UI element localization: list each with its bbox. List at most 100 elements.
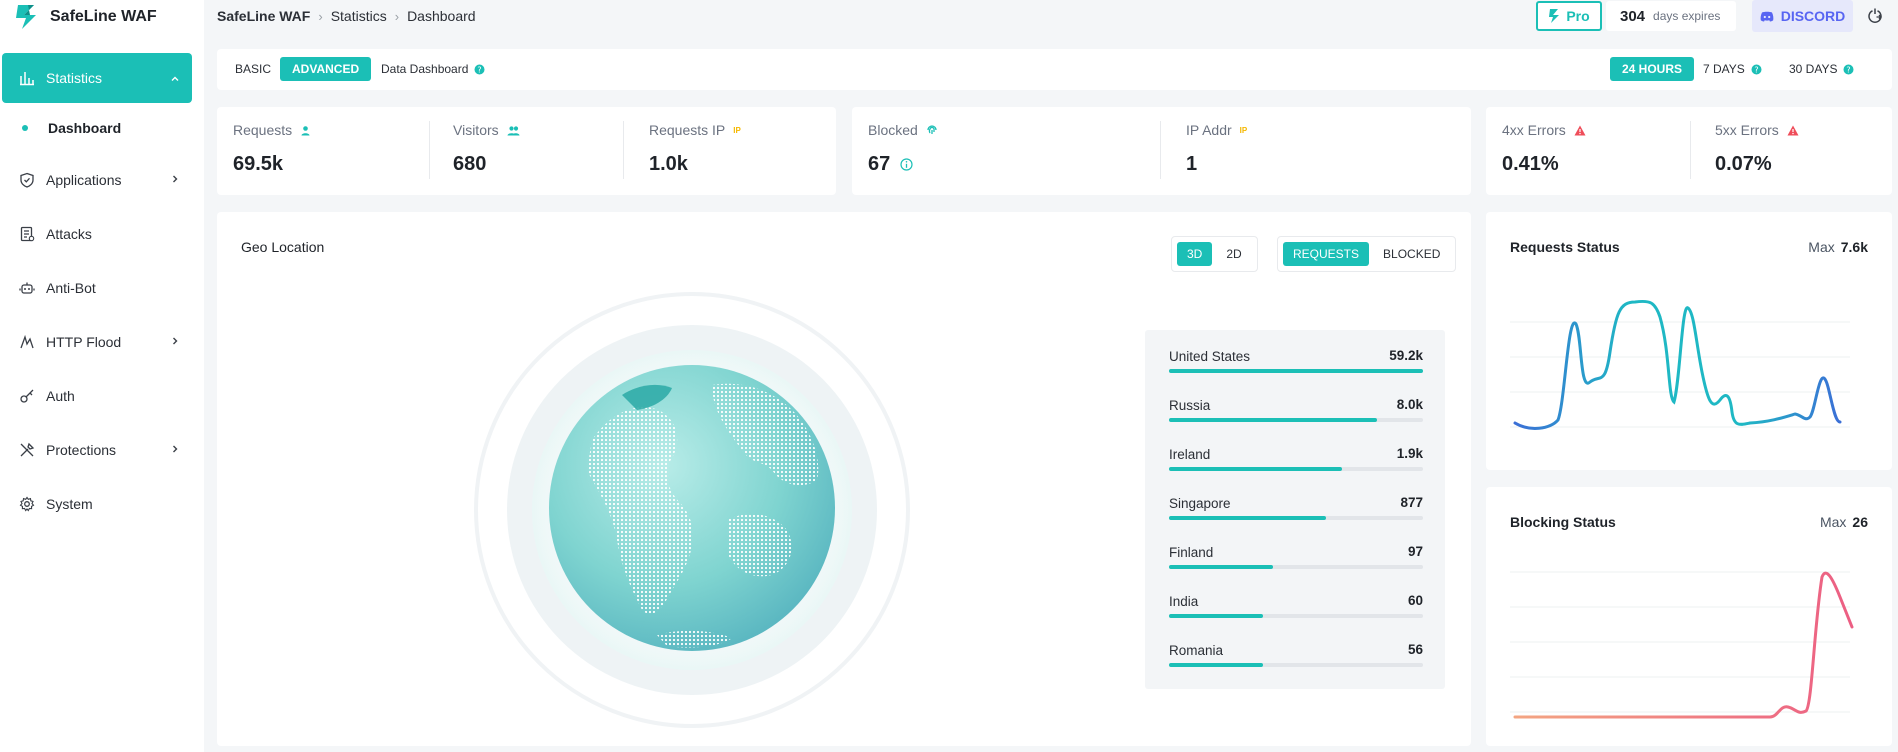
country-name: Finland	[1169, 545, 1214, 560]
globe-visualization[interactable]	[472, 290, 912, 730]
error-metrics-card: 4xx Errors 0.41% 5xx Errors 0.07%	[1486, 107, 1892, 195]
country-row[interactable]: Romania 56	[1169, 642, 1423, 667]
days-label: days expires	[1653, 9, 1721, 23]
card-title: Geo Location	[241, 239, 325, 255]
requests-status-chart[interactable]	[1510, 282, 1870, 452]
blocking-status-chart[interactable]	[1510, 567, 1870, 727]
dashboard-tabbar: BASIC ADVANCED Data Dashboard ? 24 HOURS…	[217, 49, 1892, 90]
max-value: 26	[1852, 514, 1868, 530]
sidebar-item-attacks[interactable]: Attacks	[0, 207, 204, 261]
sidebar-item-label: Attacks	[46, 226, 92, 242]
max-readout: Max 26	[1820, 514, 1868, 530]
traffic-metrics-card: Requests 69.5k Visitors 680 Requests IP …	[217, 107, 836, 195]
user-icon	[301, 125, 310, 135]
breadcrumb-item[interactable]: SafeLine WAF	[217, 8, 310, 24]
tab-7-days[interactable]: 7 DAYS ?	[1703, 57, 1762, 81]
tab-data-dashboard[interactable]: Data Dashboard ?	[381, 57, 485, 81]
chevron-right-icon	[173, 337, 178, 345]
pro-badge[interactable]: Pro	[1536, 1, 1602, 31]
sidebar-item-auth[interactable]: Auth	[0, 369, 204, 423]
tools-icon	[18, 441, 36, 459]
country-name: Singapore	[1169, 496, 1231, 511]
sidebar-item-label: Statistics	[46, 70, 103, 86]
view-3d-button[interactable]: 3D	[1177, 242, 1213, 266]
divider	[1160, 121, 1161, 179]
sidebar-item-http-flood[interactable]: HTTP Flood	[0, 315, 204, 369]
country-value: 97	[1407, 544, 1423, 559]
tab-basic[interactable]: BASIC	[235, 57, 271, 81]
metric-label: Requests	[233, 122, 293, 138]
metric-4xx-errors: 4xx Errors 0.41%	[1502, 121, 1586, 176]
discord-button[interactable]: DISCORD	[1752, 0, 1853, 32]
tab-label: 7 DAYS	[1703, 62, 1745, 76]
metric-5xx-errors: 5xx Errors 0.07%	[1715, 121, 1799, 176]
chevron-up-icon	[171, 76, 179, 81]
tab-advanced[interactable]: ADVANCED	[280, 57, 372, 81]
svg-text:?: ?	[1847, 65, 1851, 74]
requests-status-card: Requests Status Max 7.6k	[1486, 212, 1892, 470]
blocked-metrics-card: Blocked 67 IP Addr IP 1	[852, 107, 1471, 195]
tab-24-hours[interactable]: 24 HOURS	[1610, 57, 1695, 81]
metric-value: 1	[1186, 153, 1198, 175]
card-title: Requests Status	[1510, 239, 1620, 255]
geo-location-card: Geo Location 3D 2D REQUESTS BLOCKED Unit…	[217, 212, 1471, 746]
country-value: 56	[1407, 642, 1423, 657]
country-bar-track	[1169, 565, 1423, 569]
sidebar-item-system[interactable]: System	[0, 477, 204, 531]
metric-value: 1.0k	[649, 153, 688, 175]
sidebar-item-statistics[interactable]: Statistics	[2, 53, 192, 103]
key-icon	[18, 387, 36, 405]
tab-label: 30 DAYS	[1789, 62, 1838, 76]
tab-30-days[interactable]: 30 DAYS ?	[1789, 57, 1854, 81]
sidebar-item-protections[interactable]: Protections	[0, 423, 204, 477]
country-bar-fill	[1169, 614, 1263, 618]
country-bar-track	[1169, 369, 1423, 373]
metric-label: Blocked	[868, 122, 918, 138]
safeline-logo-icon	[1549, 9, 1560, 23]
sidebar-item-anti-bot[interactable]: Anti-Bot	[0, 261, 204, 315]
breadcrumb: SafeLine WAF › Statistics › Dashboard	[217, 6, 476, 26]
country-row[interactable]: India 60	[1169, 593, 1423, 618]
hint-icon: ?	[1843, 64, 1854, 74]
ip-tag-icon: IP	[1239, 125, 1248, 135]
sidebar-item-label: Applications	[46, 172, 122, 188]
info-icon[interactable]	[900, 158, 913, 171]
view-2d-button[interactable]: 2D	[1216, 242, 1251, 266]
brand[interactable]: SafeLine WAF	[14, 2, 157, 32]
metric-value-row: 67	[868, 153, 938, 176]
country-bar-track	[1169, 663, 1423, 667]
svg-text:?: ?	[478, 65, 482, 74]
country-ranking: United States 59.2k Russia 8.0k Ireland 1.9k S…	[1145, 330, 1445, 689]
country-bar-track	[1169, 418, 1423, 422]
country-bar-track	[1169, 614, 1423, 618]
country-value: 877	[1400, 495, 1423, 510]
mode-requests-button[interactable]: REQUESTS	[1283, 242, 1370, 266]
document-icon	[18, 225, 36, 243]
metric-visitors: Visitors 680	[453, 121, 520, 176]
country-row[interactable]: Finland 97	[1169, 544, 1423, 569]
license-expire: 304 days expires	[1606, 1, 1737, 31]
country-row[interactable]: Singapore 877	[1169, 495, 1423, 520]
discord-label: DISCORD	[1780, 8, 1846, 24]
breadcrumb-item[interactable]: Statistics	[331, 8, 387, 24]
country-bar-fill	[1169, 369, 1423, 373]
country-row[interactable]: United States 59.2k	[1169, 348, 1423, 373]
svg-text:?: ?	[1754, 65, 1758, 74]
metric-label: 5xx Errors	[1715, 122, 1779, 138]
sidebar-item-dashboard[interactable]: Dashboard	[0, 103, 204, 153]
country-value: 8.0k	[1396, 397, 1423, 412]
country-name: United States	[1169, 349, 1251, 364]
sidebar-nav: Statistics Dashboard Applications Attack…	[0, 53, 204, 531]
country-row[interactable]: Russia 8.0k	[1169, 397, 1423, 422]
mode-blocked-button[interactable]: BLOCKED	[1373, 242, 1450, 266]
metric-ip-addr: IP Addr IP 1	[1186, 121, 1247, 176]
divider	[429, 121, 430, 179]
metric-label: Visitors	[453, 122, 499, 138]
metric-value: 0.41%	[1502, 153, 1559, 175]
sidebar-item-label: System	[46, 496, 93, 512]
metric-value: 67	[868, 153, 891, 175]
country-row[interactable]: Ireland 1.9k	[1169, 446, 1423, 471]
active-dot-icon	[22, 125, 28, 131]
sidebar-item-applications[interactable]: Applications	[0, 153, 204, 207]
logout-icon[interactable]	[1866, 7, 1884, 25]
